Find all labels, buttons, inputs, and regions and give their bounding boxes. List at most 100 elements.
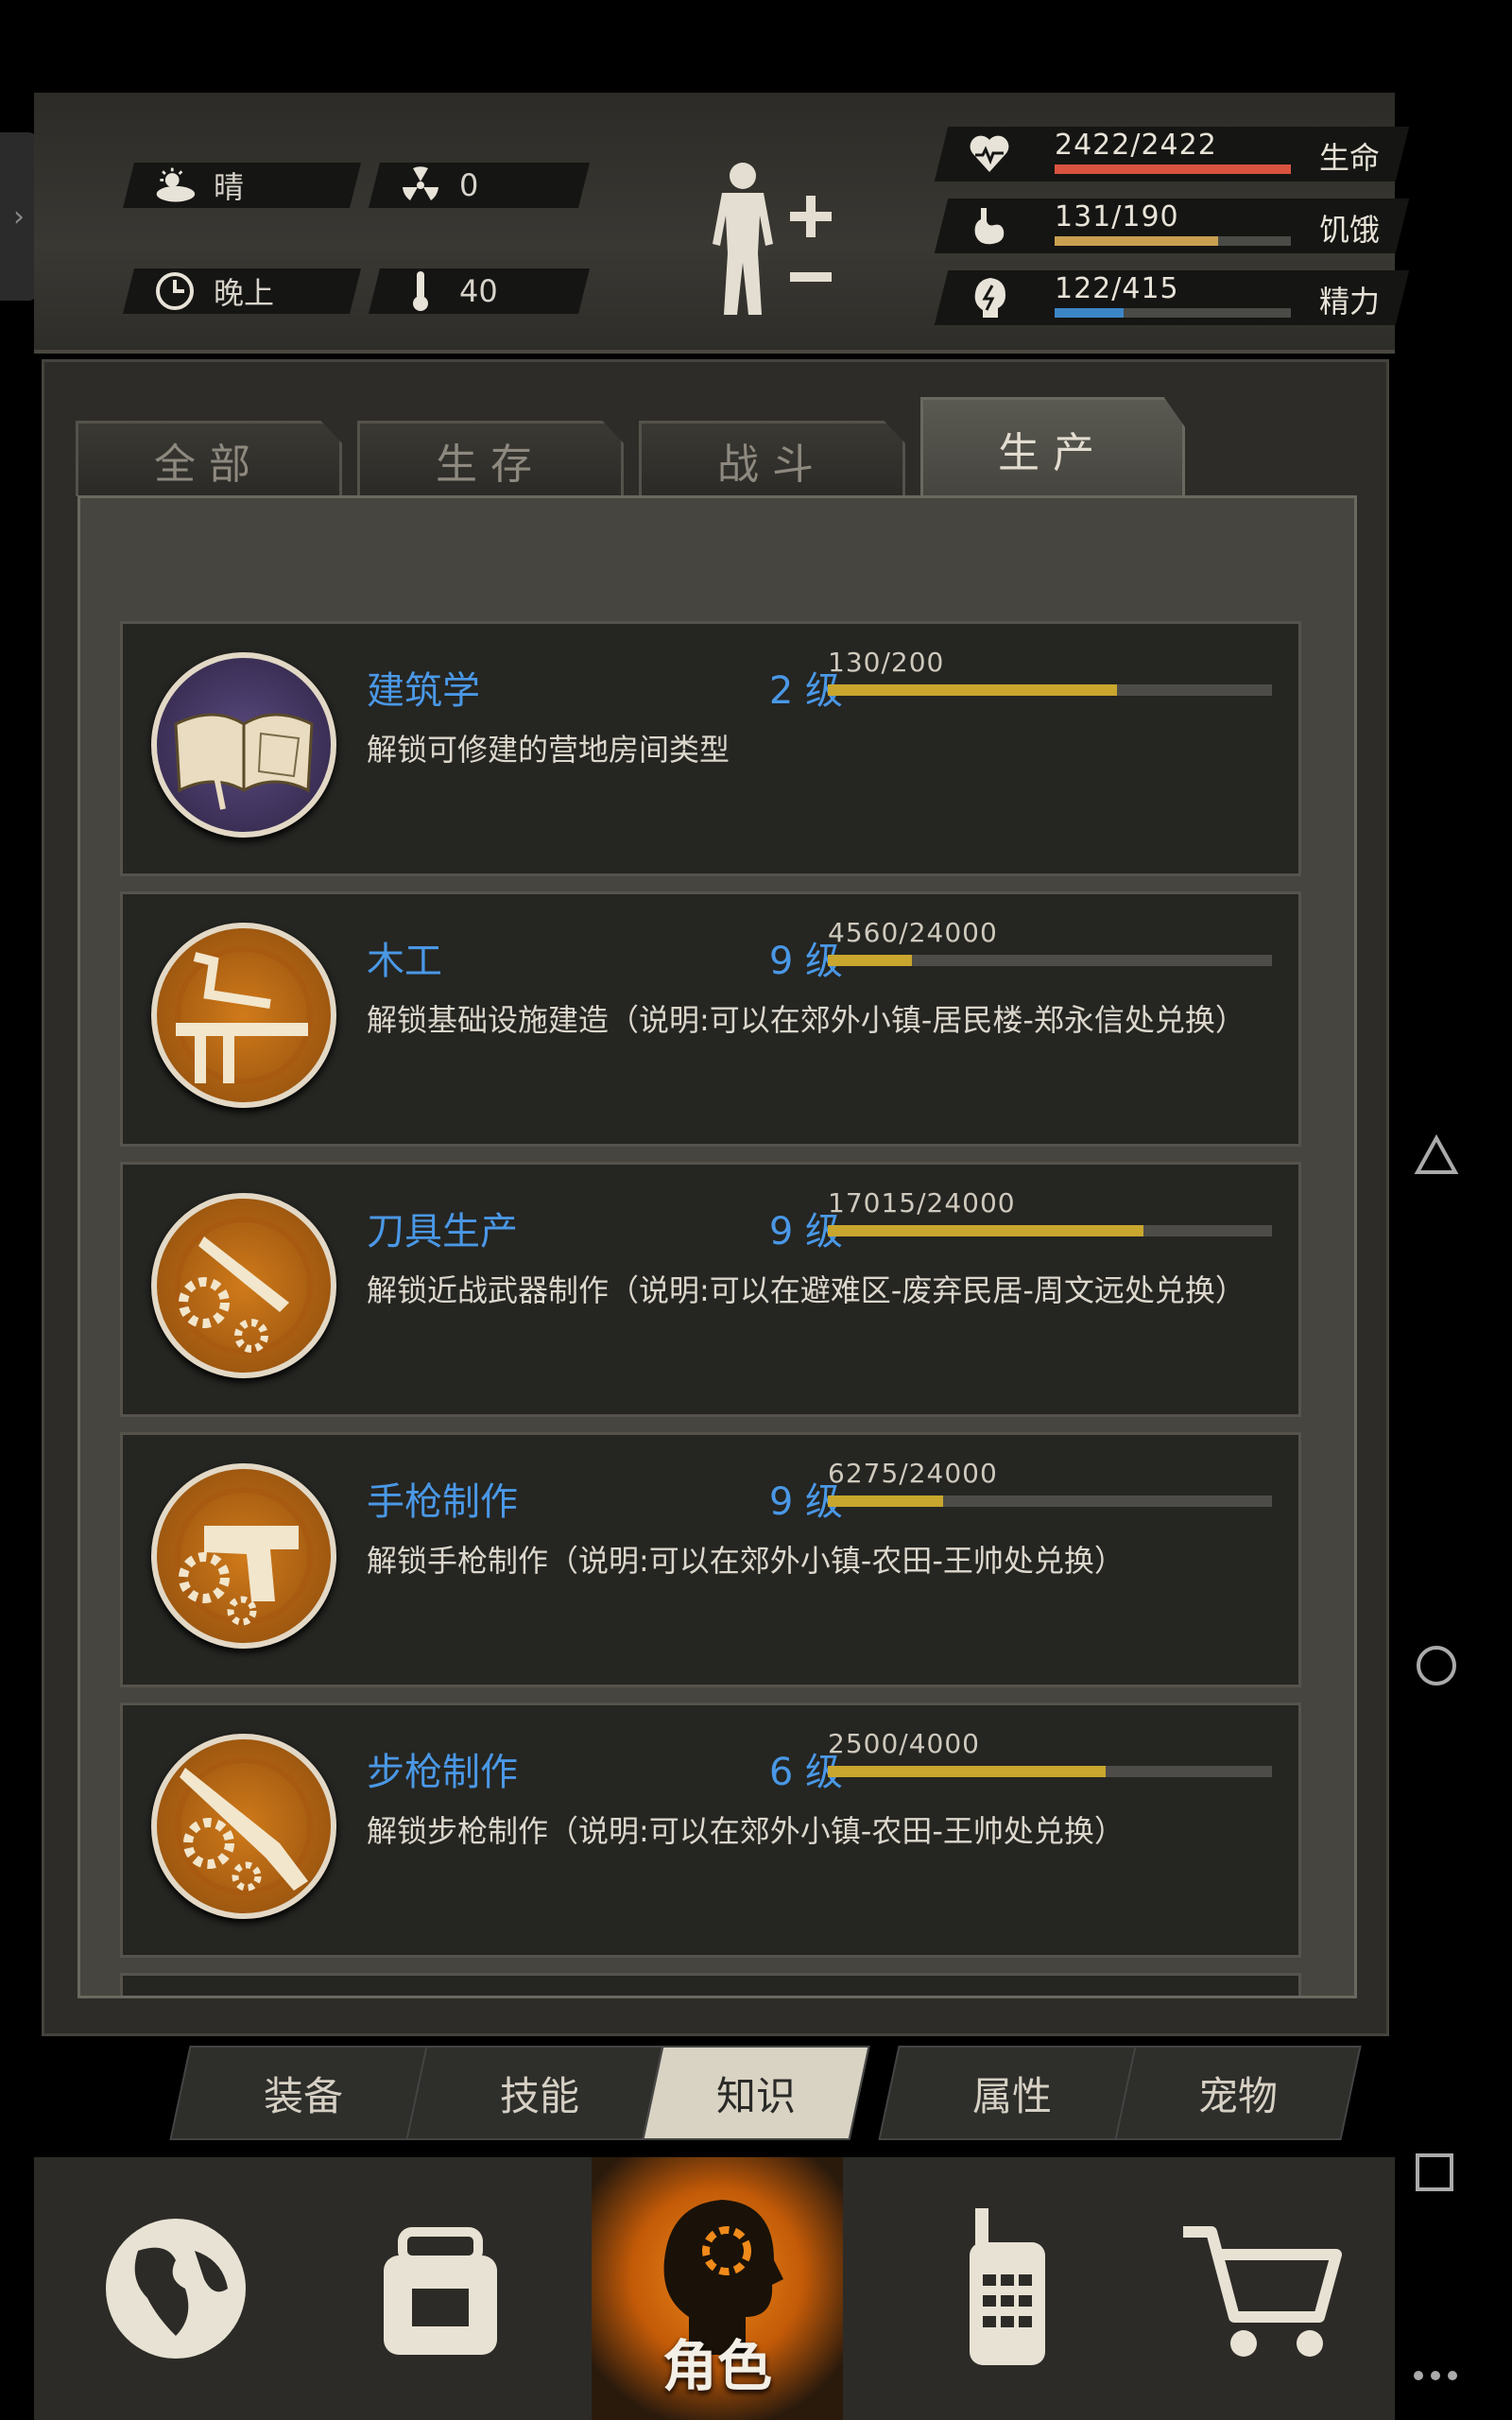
subtab-equipment[interactable]: 装备 bbox=[169, 2046, 438, 2140]
cart-icon bbox=[1183, 2226, 1342, 2357]
skill-progress-fill bbox=[828, 1766, 1106, 1777]
skill-progress-bar bbox=[828, 1225, 1272, 1236]
character-sub-tabs: 装备 技能 知识 属性 宠物 bbox=[169, 2046, 1370, 2140]
health-bar-fill bbox=[1055, 164, 1291, 174]
skill-card[interactable]: 手枪制作 9 级 6275/24000 解锁手枪制作（说明:可以在郊外小镇-农田… bbox=[120, 1432, 1301, 1687]
nav-map-button[interactable] bbox=[72, 2157, 280, 2420]
skill-description: 解锁步枪制作（说明:可以在郊外小镇-农田-王帅处兑换） bbox=[367, 1813, 1125, 1849]
skill-card[interactable]: 建筑学 2 级 130/200 解锁可修建的营地房间类型 bbox=[120, 621, 1301, 876]
skill-progress-bar bbox=[828, 684, 1272, 696]
bottom-navigation: 角色 bbox=[34, 2157, 1395, 2420]
subtab-skills[interactable]: 技能 bbox=[405, 2046, 674, 2140]
tab-production-label: 生产 bbox=[998, 428, 1108, 477]
status-hud: 晴 0 晚上 40 2422/2422 生命 131/190 饥饿 122/41… bbox=[34, 93, 1410, 354]
nav-radio-button[interactable] bbox=[903, 2157, 1111, 2420]
hunger-bar bbox=[1055, 236, 1291, 246]
side-drawer-handle[interactable]: › bbox=[0, 132, 38, 301]
sun-cloud-icon bbox=[153, 166, 197, 204]
subtab-knowledge[interactable]: 知识 bbox=[642, 2046, 870, 2140]
health-stat: 2422/2422 生命 bbox=[934, 127, 1410, 182]
skill-title: 木工 bbox=[367, 940, 442, 983]
skill-progress-bar bbox=[828, 1766, 1272, 1777]
heart-icon bbox=[970, 135, 1009, 172]
skill-progress-fill bbox=[828, 684, 1117, 696]
skill-progress-fill bbox=[828, 1495, 944, 1507]
nav-character-button[interactable]: 角色 bbox=[592, 2157, 843, 2420]
temperature-value: 40 bbox=[459, 273, 498, 309]
thermometer-icon bbox=[399, 271, 442, 311]
skill-title: 手枪制作 bbox=[367, 1480, 518, 1524]
nav-inventory-button[interactable] bbox=[336, 2157, 544, 2420]
skill-progress-fill bbox=[828, 955, 913, 966]
skill-description: 解锁手枪制作（说明:可以在郊外小镇-农田-王帅处兑换） bbox=[367, 1543, 1125, 1579]
skill-progress-fill bbox=[828, 1225, 1143, 1236]
stomach-icon bbox=[974, 208, 1005, 245]
tab-combat[interactable]: 战斗 bbox=[639, 421, 905, 496]
skill-title: 建筑学 bbox=[367, 669, 480, 713]
human-body-icon bbox=[713, 163, 832, 315]
tab-combat-label: 战斗 bbox=[717, 440, 827, 489]
energy-stat: 122/415 精力 bbox=[934, 270, 1410, 325]
hunger-value: 131/190 bbox=[1055, 200, 1179, 233]
game-screen: › 晴 0 晚上 40 2422/2422 生命 131/190 饥饿 122/… bbox=[0, 0, 1512, 2420]
brain-bolt-icon bbox=[974, 278, 1005, 318]
skill-card[interactable] bbox=[120, 1973, 1301, 1996]
subtab-knowledge-label: 知识 bbox=[715, 2072, 796, 2119]
skill-card[interactable]: 步枪制作 6 级 2500/4000 解锁步枪制作（说明:可以在郊外小镇-农田-… bbox=[120, 1703, 1301, 1958]
subtab-attributes[interactable]: 属性 bbox=[878, 2046, 1146, 2140]
tab-all-label: 全部 bbox=[154, 440, 264, 489]
tab-survival-label: 生存 bbox=[436, 440, 545, 489]
skill-progress-text: 4560/24000 bbox=[828, 917, 998, 948]
home-circle-icon[interactable] bbox=[1414, 1643, 1459, 1688]
subtab-equipment-label: 装备 bbox=[263, 2072, 343, 2119]
nav-character-label: 角色 bbox=[662, 2334, 772, 2398]
radiation-icon bbox=[399, 166, 442, 204]
recents-square-icon[interactable] bbox=[1414, 2152, 1455, 2193]
weather-label: 晴 bbox=[214, 169, 245, 205]
back-triangle-icon[interactable] bbox=[1414, 1134, 1459, 1176]
skill-title: 刀具生产 bbox=[367, 1210, 518, 1253]
carpentry-icon bbox=[151, 923, 336, 1108]
subtab-pets[interactable]: 宠物 bbox=[1114, 2046, 1362, 2140]
book-icon bbox=[151, 652, 336, 838]
skill-progress-text: 2500/4000 bbox=[828, 1728, 980, 1759]
weather-chip: 晴 bbox=[123, 163, 361, 208]
temperature-chip: 40 bbox=[369, 268, 590, 314]
skill-description: 解锁近战武器制作（说明:可以在避难区-废弃民居-周文远处兑换） bbox=[367, 1272, 1246, 1308]
skill-progress-text: 6275/24000 bbox=[828, 1458, 998, 1489]
radiation-chip: 0 bbox=[369, 163, 590, 208]
hunger-bar-fill bbox=[1055, 236, 1218, 246]
health-value: 2422/2422 bbox=[1055, 129, 1217, 162]
more-dots-icon[interactable] bbox=[1412, 2369, 1459, 2382]
health-bar bbox=[1055, 164, 1291, 174]
body-status-figure[interactable] bbox=[686, 159, 856, 320]
clock-icon bbox=[153, 272, 197, 310]
skill-progress-text: 17015/24000 bbox=[828, 1187, 1016, 1219]
skill-description: 解锁基础设施建造（说明:可以在郊外小镇-居民楼-郑永信处兑换） bbox=[367, 1002, 1246, 1038]
subtab-attributes-label: 属性 bbox=[971, 2072, 1052, 2119]
pistol-icon bbox=[151, 1463, 336, 1649]
skill-list[interactable]: 建筑学 2 级 130/200 解锁可修建的营地房间类型 木工 9 级 4560… bbox=[77, 495, 1357, 1998]
tab-all[interactable]: 全部 bbox=[76, 421, 342, 496]
knife-icon bbox=[151, 1193, 336, 1378]
tab-production[interactable]: 生产 bbox=[920, 397, 1185, 497]
skill-card[interactable]: 木工 9 级 4560/24000 解锁基础设施建造（说明:可以在郊外小镇-居民… bbox=[120, 891, 1301, 1147]
skill-title: 步枪制作 bbox=[367, 1751, 518, 1794]
tab-survival[interactable]: 生存 bbox=[357, 421, 624, 496]
hunger-stat: 131/190 饥饿 bbox=[934, 199, 1410, 253]
subtab-pets-label: 宠物 bbox=[1197, 2072, 1278, 2119]
skill-progress-bar bbox=[828, 1495, 1272, 1507]
nav-shop-button[interactable] bbox=[1149, 2157, 1376, 2420]
skill-description: 解锁可修建的营地房间类型 bbox=[367, 732, 730, 768]
hunger-label: 饥饿 bbox=[1318, 212, 1380, 248]
rifle-icon bbox=[151, 1734, 336, 1919]
health-label: 生命 bbox=[1318, 140, 1380, 176]
backpack-icon bbox=[384, 2227, 497, 2355]
time-chip: 晚上 bbox=[123, 268, 361, 314]
globe-icon bbox=[106, 2219, 246, 2359]
skill-card[interactable]: 刀具生产 9 级 17015/24000 解锁近战武器制作（说明:可以在避难区-… bbox=[120, 1162, 1301, 1417]
energy-label: 精力 bbox=[1318, 284, 1380, 320]
energy-value: 122/415 bbox=[1055, 272, 1179, 305]
energy-bar bbox=[1055, 308, 1291, 318]
skill-progress-bar bbox=[828, 955, 1272, 966]
